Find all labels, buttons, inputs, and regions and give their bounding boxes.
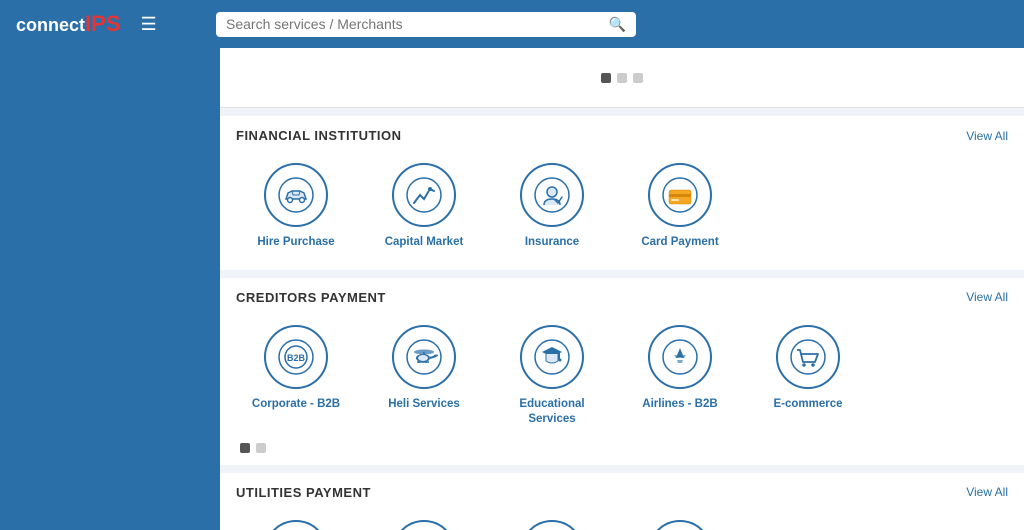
creditors-payment-header: CREDITORS PAYMENT View All [236,290,1008,305]
creditors-payment-section: CREDITORS PAYMENT View All B2B Corporate… [220,278,1024,465]
utilities-payment-title: UTILITIES PAYMENT [236,485,371,500]
capital-market-icon-circle [392,163,456,227]
hamburger-icon[interactable]: ☰ [140,14,156,35]
creditors-payment-view-all[interactable]: View All [966,290,1008,304]
utilities-payment-section: UTILITIES PAYMENT View All [220,473,1024,530]
car-icon [278,177,314,213]
capital-market-label: Capital Market [385,235,464,250]
sidebar [0,48,220,530]
card-payment-icon [662,177,698,213]
service-hire-purchase[interactable]: Hire Purchase [236,155,356,258]
service-heli-services[interactable]: Heli Services [364,317,484,435]
airlines-icon [662,339,698,375]
content: FINANCIAL INSTITUTION View All [220,48,1024,530]
service-internet-payment[interactable]: Internet Payment [236,512,356,530]
header: connectIPS ☰ 🔍 [0,0,1024,48]
heli-services-label: Heli Services [388,397,460,412]
service-mobile-telephone[interactable]: Mobile/ Telephone [364,512,484,530]
educational-services-icon-circle [520,325,584,389]
service-load-wallet[interactable]: Load Wallet [620,512,740,530]
service-airlines-b2b[interactable]: Airlines - B2B [620,317,740,435]
service-educational-services[interactable]: Educational Services [492,317,612,435]
heli-icon [406,339,442,375]
ecommerce-icon [790,339,826,375]
insurance-icon-circle [520,163,584,227]
service-card-payment[interactable]: Card Payment [620,155,740,258]
dot-2 [617,73,627,83]
education-icon [534,339,570,375]
search-bar[interactable]: 🔍 [216,12,636,37]
financial-institution-section: FINANCIAL INSTITUTION View All [220,116,1024,270]
service-insurance[interactable]: Insurance [492,155,612,258]
nea-bill-payment-icon-circle: NEA [520,520,584,530]
chart-icon [406,177,442,213]
mobile-telephone-icon-circle [392,520,456,530]
dot-1 [601,73,611,83]
service-nea-bill-payment[interactable]: NEA NEA Bill Payment [492,512,612,530]
heli-services-icon-circle [392,325,456,389]
educational-services-label: Educational Services [496,397,608,427]
card-payment-icon-circle [648,163,712,227]
utilities-payment-header: UTILITIES PAYMENT View All [236,485,1008,500]
financial-institution-view-all[interactable]: View All [966,129,1008,143]
slider-dots [220,48,1024,108]
creditors-payment-title: CREDITORS PAYMENT [236,290,386,305]
b2b-icon: B2B [278,339,314,375]
creditors-dot-2 [256,443,266,453]
service-corporate-b2b[interactable]: B2B Corporate - B2B [236,317,356,435]
corporate-b2b-label: Corporate - B2B [252,397,340,412]
utilities-payment-grid: Internet Payment Mobile/ [236,512,1008,530]
search-icon: 🔍 [609,16,626,33]
utilities-payment-view-all[interactable]: View All [966,485,1008,499]
search-input[interactable] [226,16,601,32]
hire-purchase-icon-circle [264,163,328,227]
internet-payment-icon-circle [264,520,328,530]
service-capital-market[interactable]: Capital Market [364,155,484,258]
card-payment-label: Card Payment [641,235,718,250]
service-ecommerce[interactable]: E-commerce [748,317,868,435]
creditors-dots [236,443,1008,453]
financial-institution-title: FINANCIAL INSTITUTION [236,128,402,143]
ecommerce-label: E-commerce [773,397,842,412]
airlines-b2b-label: Airlines - B2B [642,397,717,412]
financial-institution-header: FINANCIAL INSTITUTION View All [236,128,1008,143]
financial-institution-grid: Hire Purchase Capital Market [236,155,1008,258]
logo: connectIPS [16,11,120,37]
load-wallet-icon-circle [648,520,712,530]
svg-text:B2B: B2B [287,353,306,363]
logo-area: connectIPS ☰ [16,11,216,37]
corporate-b2b-icon-circle: B2B [264,325,328,389]
airlines-b2b-icon-circle [648,325,712,389]
creditors-dot-1 [240,443,250,453]
hire-purchase-label: Hire Purchase [257,235,334,250]
main-layout: FINANCIAL INSTITUTION View All [0,48,1024,530]
dot-3 [633,73,643,83]
creditors-payment-grid: B2B Corporate - B2B [236,317,1008,435]
ecommerce-icon-circle [776,325,840,389]
insurance-icon [534,177,570,213]
insurance-label: Insurance [525,235,579,250]
